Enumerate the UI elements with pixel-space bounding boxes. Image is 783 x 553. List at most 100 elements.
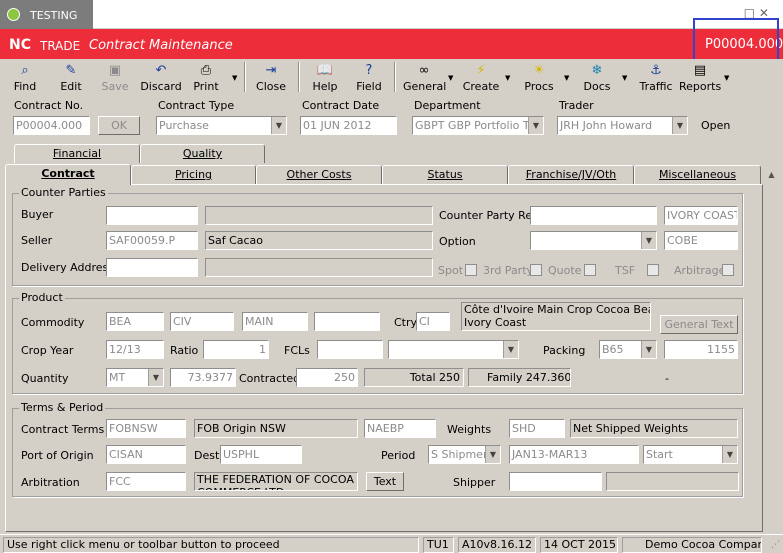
packing-qty-field[interactable]: 1155 [664, 340, 738, 359]
edit-icon: ✎ [65, 63, 77, 78]
option2-field[interactable]: COBE [664, 231, 738, 250]
contract-no-field[interactable]: P00004.000 [13, 116, 90, 135]
app-icon [7, 8, 20, 21]
docs-button[interactable]: ❄ Docs [582, 61, 612, 95]
tab-pricing[interactable]: Pricing [131, 165, 256, 184]
period-label: Period [381, 449, 416, 462]
ratio-field[interactable]: 1 [203, 340, 269, 359]
tab-miscellaneous[interactable]: Miscellaneous [634, 165, 761, 184]
period-field[interactable]: JAN13-MAR13 [509, 445, 639, 464]
option-label: Option [439, 235, 476, 248]
text-button[interactable]: Text [366, 472, 404, 491]
chevron-down-icon: ▼ [485, 446, 500, 463]
find-button[interactable]: ⌕ Find [7, 61, 43, 95]
print-button[interactable]: ⎙ Print [190, 61, 222, 95]
procs-icon: ☀ [533, 63, 545, 78]
docs-dropdown-arrow[interactable]: ▼ [622, 74, 627, 82]
resize-grip-icon[interactable]: ⋰ [771, 540, 780, 550]
create-dropdown-arrow[interactable]: ▼ [505, 74, 510, 82]
period-start-select[interactable]: Start ▼ [643, 445, 738, 464]
quote-checkbox[interactable] [584, 264, 596, 276]
edit-button[interactable]: ✎ Edit [53, 61, 89, 95]
ok-button[interactable]: OK [98, 116, 140, 135]
general-dropdown-arrow[interactable]: ▼ [448, 74, 453, 82]
contract-terms-field[interactable]: FOBNSW [106, 419, 186, 438]
tab-quality[interactable]: Quality [140, 144, 265, 163]
department-select[interactable]: GBPT GBP Portfolio Tra ▼ [412, 116, 544, 135]
chevron-down-icon: ▼ [148, 369, 163, 386]
shipper-field[interactable] [509, 472, 602, 491]
spot-checkbox[interactable] [465, 264, 477, 276]
procs-button[interactable]: ☀ Procs [522, 61, 556, 95]
commodity-code-4[interactable] [314, 312, 380, 331]
close-button[interactable]: ⇥ Close [254, 61, 288, 95]
window-tab[interactable]: TESTING [0, 0, 93, 29]
contract-terms-name: FOB Origin NSW [194, 419, 358, 438]
chevron-down-icon: ▼ [641, 341, 656, 358]
field-help-icon: ? [365, 63, 373, 78]
field-button[interactable]: ? Field [353, 61, 385, 95]
packing-select[interactable]: B65 ▼ [599, 340, 657, 359]
chevron-down-icon: ▼ [722, 446, 737, 463]
discard-button[interactable]: ↶ Discard [140, 61, 182, 95]
commodity-code-3[interactable]: MAIN [242, 312, 308, 331]
weights-code-field[interactable]: SHD [509, 419, 565, 438]
delivery-address-field[interactable] [106, 258, 198, 277]
tab-status[interactable]: Status [382, 165, 508, 184]
chevron-down-icon: ▼ [672, 117, 687, 134]
cp-ref-field[interactable] [530, 206, 657, 225]
tab-other-costs[interactable]: Other Costs [256, 165, 382, 184]
trader-select[interactable]: JRH John Howard ▼ [557, 116, 688, 135]
seller-field[interactable]: SAF00059.P [106, 231, 198, 250]
ctry-label: Ctry [394, 316, 418, 329]
commodity-code-1[interactable]: BEA [106, 312, 164, 331]
naebp-field[interactable]: NAEBP [364, 419, 436, 438]
commodity-label: Commodity [21, 316, 85, 329]
crop-year-field[interactable]: 12/13 [106, 340, 164, 359]
fcls-field[interactable] [317, 340, 383, 359]
tsf-checkbox[interactable] [647, 264, 659, 276]
fcls-select[interactable]: ▼ [388, 340, 519, 359]
status-company: Demo Cocoa Company [622, 537, 762, 553]
arbitration-field[interactable]: FCC [106, 472, 186, 491]
buyer-label: Buyer [21, 208, 54, 221]
tab-franchise[interactable]: Franchise/JV/Oth [508, 165, 634, 184]
period-type-select[interactable]: S Shipment ▼ [428, 445, 501, 464]
create-button[interactable]: ⚡ Create [462, 61, 500, 95]
printer-icon: ⎙ [200, 63, 212, 78]
reports-button[interactable]: ▤ Reports [679, 61, 721, 95]
contract-type-label: Contract Type [158, 99, 235, 112]
commodity-code-2[interactable]: CIV [170, 312, 234, 331]
help-button[interactable]: 📖 Help [309, 61, 341, 95]
family-field: Family 247.3604 [468, 368, 571, 387]
buyer-field[interactable] [106, 206, 198, 225]
save-button[interactable]: ▣ Save [97, 61, 133, 95]
third-party-checkbox[interactable] [530, 264, 542, 276]
general-text-button[interactable]: General Text [660, 315, 738, 334]
contract-type-select[interactable]: Purchase ▼ [156, 116, 287, 135]
print-dropdown-arrow[interactable]: ▼ [232, 74, 237, 82]
group-title: Terms & Period [19, 401, 106, 414]
dest-field[interactable]: USPHL [220, 445, 302, 464]
procs-dropdown-arrow[interactable]: ▼ [564, 74, 569, 82]
third-party-label: 3rd Party [483, 264, 534, 277]
commodity-description: Côte d'Ivoire Main Crop Cocoa Beans Ivory… [461, 302, 651, 331]
general-button[interactable]: ∞ General [403, 61, 446, 95]
contract-date-field[interactable]: 01 JUN 2012 [300, 116, 397, 135]
delivery-address-label: Delivery Address [21, 261, 114, 274]
tab-financial[interactable]: Financial [14, 144, 140, 163]
cp-ref2-field[interactable]: IVORY COAST [664, 206, 738, 225]
port-of-origin-field[interactable]: CISAN [106, 445, 186, 464]
arbitrage-checkbox[interactable] [722, 264, 734, 276]
vertical-scrollbar[interactable]: ▲ [765, 170, 778, 530]
reports-dropdown-arrow[interactable]: ▼ [724, 74, 729, 82]
unit-select[interactable]: MT ▼ [106, 368, 164, 387]
quantity-field[interactable]: 73.9377 [170, 368, 236, 387]
option-select[interactable]: ▼ [530, 231, 657, 250]
traffic-button[interactable]: ⚓ Traffic [638, 61, 674, 95]
contracted-field[interactable]: 250 [296, 368, 358, 387]
tab-contract[interactable]: Contract [5, 164, 131, 185]
dest-label: Dest. [194, 449, 223, 462]
ctry-field[interactable]: CI [416, 312, 450, 331]
scroll-up-icon[interactable]: ▲ [765, 170, 778, 179]
